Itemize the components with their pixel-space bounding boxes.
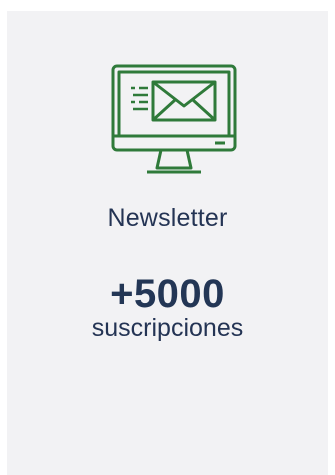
monitor-envelope-icon	[111, 64, 237, 176]
subscriber-count: +5000	[110, 272, 225, 316]
card-title: Newsletter	[107, 204, 228, 232]
subscriber-label: suscripciones	[91, 314, 244, 342]
newsletter-card: Newsletter +5000 suscripciones	[7, 11, 328, 475]
